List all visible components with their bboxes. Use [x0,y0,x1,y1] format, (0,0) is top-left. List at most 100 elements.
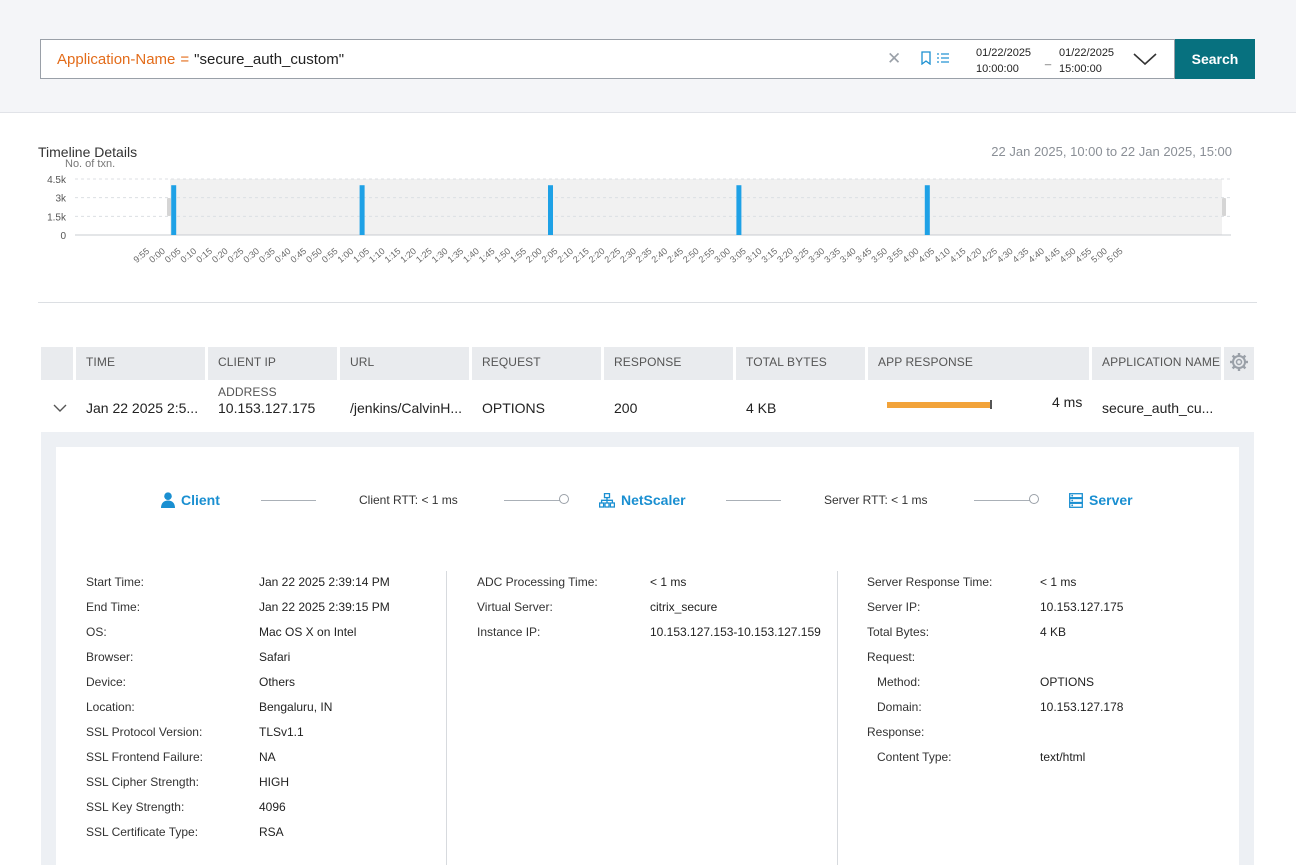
cell-app-response: 4 ms [1052,394,1083,410]
flow-connector [504,500,561,501]
detail-value: text/html [1040,750,1086,764]
header-expand [41,347,73,380]
server-rtt: Server RTT: < 1 ms [824,493,928,507]
detail-value: Bengaluru, IN [259,700,333,714]
column-divider [446,571,447,865]
cell-application-name: secure_auth_cu... [1102,400,1214,416]
detail-label: Request: [867,650,916,664]
detail-label: Domain: [877,700,922,714]
timeline-bar [924,185,930,235]
table-header: TIME CLIENT IP ADDRESS URL REQUEST RESPO… [41,347,1254,399]
flow-server[interactable]: Server [1069,492,1133,508]
detail-label: Start Time: [86,575,145,589]
date-range-picker[interactable]: 01/22/2025 10:00:00 _ 01/22/2025 15:00:0… [965,39,1175,79]
detail-label: Server IP: [867,600,921,614]
flow-server-label: Server [1089,492,1133,508]
date-from-date: 01/22/2025 [976,47,1032,59]
header-request[interactable]: REQUEST [472,347,601,380]
detail-label: SSL Certificate Type: [86,825,199,839]
divider [38,302,1257,303]
date-to-date: 01/22/2025 [1059,47,1115,59]
detail-value: < 1 ms [1040,575,1077,589]
header-time[interactable]: TIME [76,347,205,380]
app-response-bar-fill [887,402,991,408]
detail-label: Browser: [86,650,134,664]
cell-client-ip: 10.153.127.175 [218,400,316,416]
detail-label: Total Bytes: [867,625,930,639]
detail-value: Others [259,675,296,689]
query-operator: = [180,50,190,68]
detail-value: Safari [259,650,291,664]
header-url[interactable]: URL [340,347,469,380]
transaction-details: Client Client RTT: < 1 ms NetScaler Serv… [56,447,1239,865]
date-from-time: 10:00:00 [976,63,1019,75]
flow-connector [974,500,1031,501]
detail-value: OPTIONS [1040,675,1095,689]
detail-label: Virtual Server: [477,600,553,614]
detail-label: Instance IP: [477,625,541,639]
list-icon[interactable] [937,53,949,63]
search-band: Application-Name = "secure_auth_custom" … [0,0,1296,113]
timeline-bar [359,185,365,235]
header-app-response[interactable]: APP RESPONSE [868,347,1089,380]
flow-dot [1029,494,1039,504]
header-response[interactable]: RESPONSE [604,347,733,380]
detail-value: 4096 [259,800,286,814]
detail-value: Jan 22 2025 2:39:14 PM [259,575,390,589]
detail-value: 4 KB [1040,625,1067,639]
detail-value: 10.153.127.175 [1040,600,1124,614]
detail-value: NA [259,750,276,764]
detail-label: OS: [86,625,107,639]
flow-connector [261,500,316,501]
chevron-down-icon[interactable] [52,403,68,413]
network-icon [599,492,615,508]
flow-netscaler[interactable]: NetScaler [599,492,686,508]
query-key: Application-Name [57,50,176,68]
detail-value: TLSv1.1 [259,725,304,739]
header-total-bytes[interactable]: TOTAL BYTES [736,347,865,380]
detail-value: RSA [259,825,284,839]
timeline-bar [736,185,742,235]
cell-time: Jan 22 2025 2:5... [86,400,199,416]
detail-label: Content Type: [877,750,952,764]
flow-dot [559,494,569,504]
date-to-time: 15:00:00 [1059,63,1102,75]
selection-handle-right [1222,198,1226,216]
detail-label: ADC Processing Time: [477,575,598,589]
cell-response: 200 [614,400,638,416]
gear-icon[interactable] [1224,347,1254,380]
y-tick-label: 3k [55,194,67,205]
detail-label: SSL Cipher Strength: [86,775,199,789]
app-response-bar-marker [990,400,992,409]
row-details-panel: Client Client RTT: < 1 ms NetScaler Serv… [41,432,1254,865]
y-tick-label: 0 [60,231,66,242]
search-input[interactable]: Application-Name = "secure_auth_custom" … [40,39,966,79]
detail-value: Mac OS X on Intel [259,625,357,639]
close-icon[interactable]: ✕ [887,50,901,68]
detail-value: < 1 ms [650,575,687,589]
detail-value: 10.153.127.178 [1040,700,1124,714]
chevron-down-icon[interactable] [1133,51,1157,67]
app-response-bar [887,400,992,409]
header-application-name[interactable]: APPLICATION NAME [1092,347,1221,380]
timeline-bar [548,185,553,235]
detail-label: Response: [867,725,925,739]
flow-client[interactable]: Client [161,492,220,508]
detail-label: SSL Key Strength: [86,800,185,814]
y-axis-label: No. of txn. [65,158,115,170]
detail-value: HIGH [259,775,289,789]
query-value: "secure_auth_custom" [194,50,345,68]
flow-connector [726,500,781,501]
timeline-chart[interactable]: No. of txn.4.5k3k1.5k09:550:000:050:100:… [38,156,1238,266]
detail-label: Location: [86,700,135,714]
table-row[interactable]: Jan 22 2025 2:5... 10.153.127.175 /jenki… [41,382,1254,432]
cell-url: /jenkins/CalvinH... [350,400,463,416]
date-from: 01/22/2025 10:00:00 [976,45,1031,77]
y-tick-label: 4.5k [47,175,67,186]
date-to: 01/22/2025 15:00:00 [1059,45,1114,77]
bookmark-icon[interactable] [921,51,931,65]
header-client-ip[interactable]: CLIENT IP ADDRESS [208,347,337,399]
detail-value: 10.153.127.153-10.153.127.159 [650,625,821,639]
search-button[interactable]: Search [1175,39,1255,79]
detail-value: Jan 22 2025 2:39:15 PM [259,600,390,614]
